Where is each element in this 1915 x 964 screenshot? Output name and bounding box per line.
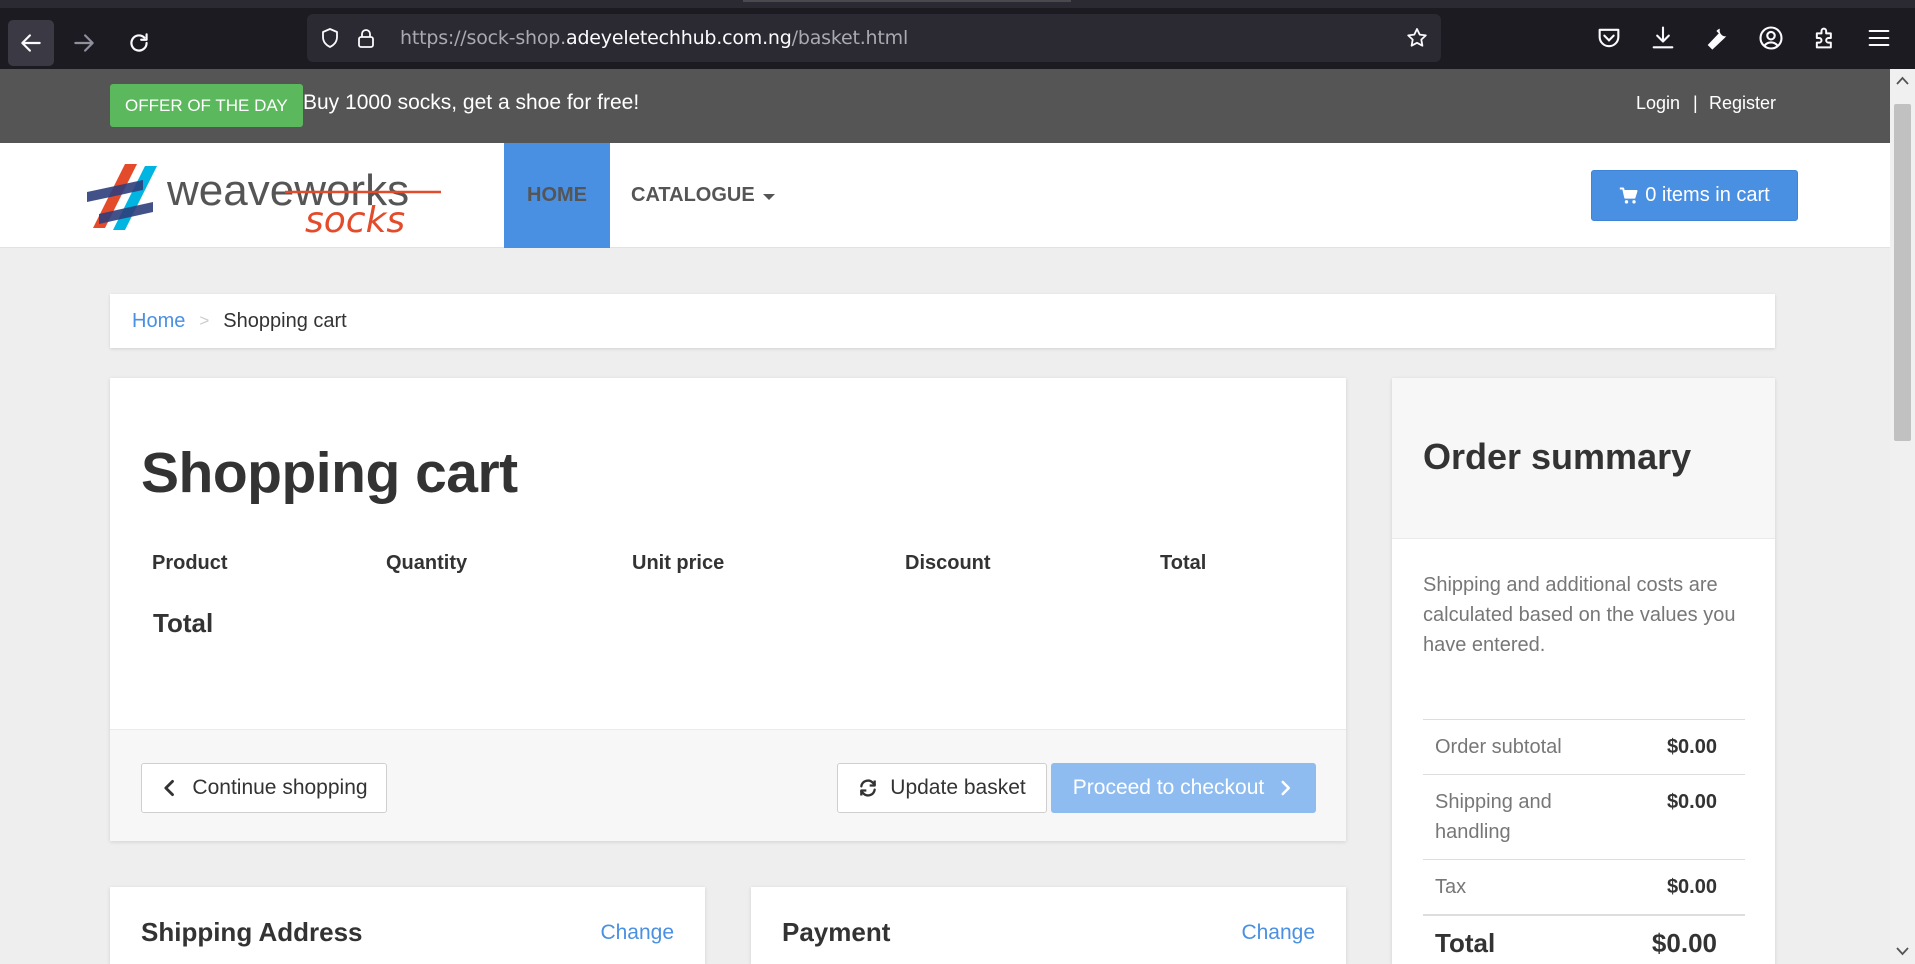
forward-button[interactable] [61,20,107,66]
summary-row-value: $0.00 [1666,876,1717,898]
chevron-up-icon [1896,76,1909,85]
column-header-product: Product [152,552,228,574]
order-summary-header: Order summary [1392,378,1775,539]
cart-button-label: 0 items in cart [1645,184,1770,206]
chevron-left-icon [164,779,175,797]
caret-down-icon [762,194,775,200]
refresh-icon [860,779,877,797]
scroll-up-arrow[interactable] [1894,71,1911,91]
page-scrollbar[interactable] [1890,69,1915,964]
summary-row-tax: Tax $0.00 [1423,859,1745,914]
site-header: weaveworks socks HOME CATALOGUE 0 items … [0,143,1890,248]
continue-shopping-label: Continue shopping [192,776,368,799]
back-button[interactable] [8,20,54,66]
account-button[interactable] [1757,24,1785,52]
breadcrumb: Home > Shopping cart [110,294,1775,348]
column-header-unit-price: Unit price [632,552,725,574]
chevron-down-icon [1896,947,1909,956]
summary-row-label: Total [1435,928,1496,958]
breadcrumb-current: Shopping cart [223,309,347,332]
payment-box: Payment Change [751,887,1346,964]
logo-text-bottom: socks [305,200,405,236]
url-text[interactable]: https://sock-shop.adeyeletechhub.com.ng/… [400,27,908,49]
summary-row-label: Tax [1435,876,1467,898]
continue-shopping-button[interactable]: Continue shopping [141,763,387,813]
back-arrow-icon [21,34,41,52]
summary-row-value: $0.00 [1666,736,1717,758]
url-prefix: https://sock-shop. [400,27,566,49]
pocket-button[interactable] [1595,24,1623,52]
shipping-address-box: Shipping Address Change [110,887,705,964]
puzzle-icon [1815,27,1832,49]
forward-arrow-icon [74,34,94,52]
summary-row-value: $0.00 [1651,928,1717,958]
cart-button[interactable]: 0 items in cart [1591,170,1798,221]
browser-toolbar: https://sock-shop.adeyeletechhub.com.ng/… [0,0,1915,69]
offer-text: Buy 1000 socks, get a shoe for free! [303,91,640,114]
shipping-change-link[interactable]: Change [600,921,674,945]
lock-icon[interactable] [354,26,378,50]
address-bar[interactable]: https://sock-shop.adeyeletechhub.com.ng/… [307,14,1441,62]
summary-row-total: Total $0.00 [1423,914,1745,964]
order-summary-box: Order summary Shipping and additional co… [1392,378,1775,964]
nav-home[interactable]: HOME [504,143,610,248]
offer-bar: OFFER OF THE DAY Buy 1000 socks, get a s… [0,69,1890,143]
summary-row-label: Order subtotal [1435,736,1562,758]
reload-icon [130,33,148,52]
shipping-address-title: Shipping Address [141,917,363,947]
order-summary-table: Order subtotal $0.00 Shipping and handli… [1423,719,1745,964]
chevron-right-icon [1281,780,1291,796]
order-summary-title: Order summary [1423,436,1692,477]
url-host: adeyeletechhub.com.ng [566,27,792,49]
column-header-quantity: Quantity [386,552,468,574]
offer-badge[interactable]: OFFER OF THE DAY [110,84,303,127]
active-tab-indicator [743,0,1071,2]
menu-button[interactable] [1865,24,1893,52]
payment-title: Payment [782,917,891,947]
payment-change-link[interactable]: Change [1241,921,1315,945]
bookmark-star-icon[interactable] [1405,26,1429,50]
cart-footer: Continue shopping Update basket Proceed … [110,729,1346,841]
register-link[interactable]: Register [1709,93,1776,114]
reload-button[interactable] [116,20,162,66]
scroll-down-arrow[interactable] [1894,941,1911,961]
pocket-icon [1598,28,1620,48]
shopping-cart-box: Shopping cart Product Quantity Unit pric… [110,378,1346,841]
order-summary-note: Shipping and additional costs are calcul… [1423,574,1736,656]
column-header-discount: Discount [905,552,991,574]
page-title: Shopping cart [141,441,518,505]
downloads-button[interactable] [1649,24,1677,52]
cart-total-label: Total [153,608,214,638]
update-basket-button[interactable]: Update basket [837,763,1047,813]
weaveworks-socks-logo[interactable]: weaveworks socks [85,158,445,236]
column-header-total: Total [1160,552,1207,574]
nav-catalogue-label: CATALOGUE [631,184,755,206]
download-icon [1652,26,1674,49]
tracking-shield-icon[interactable] [318,26,342,50]
tab-strip [0,0,1915,8]
update-basket-label: Update basket [890,776,1026,799]
summary-row-subtotal: Order subtotal $0.00 [1423,719,1745,774]
breadcrumb-separator: > [199,311,210,330]
hamburger-menu-icon [1868,29,1890,47]
url-path: /basket.html [791,27,909,49]
account-icon [1759,26,1783,50]
devtools-button[interactable] [1703,24,1731,52]
summary-row-label: Shipping and handling [1435,791,1552,843]
wrench-icon [1707,28,1727,50]
proceed-to-checkout-button[interactable]: Proceed to checkout [1051,763,1316,813]
breadcrumb-home-link[interactable]: Home [132,310,185,333]
scroll-thumb[interactable] [1894,104,1911,441]
extensions-button[interactable] [1811,24,1839,52]
summary-row-shipping: Shipping and handling $0.00 [1423,774,1745,859]
nav-catalogue[interactable]: CATALOGUE [631,143,775,248]
summary-row-value: $0.00 [1666,791,1717,813]
auth-separator: | [1693,93,1698,113]
cart-icon [1620,187,1638,203]
login-link[interactable]: Login [1636,93,1680,114]
checkout-label: Proceed to checkout [1072,776,1265,799]
